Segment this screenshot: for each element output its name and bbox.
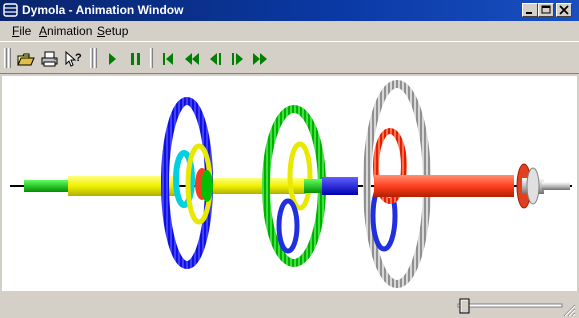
close-button[interactable]	[556, 3, 572, 17]
maximize-button[interactable]	[538, 3, 554, 17]
pause-icon	[131, 53, 140, 65]
toolbar-grip[interactable]	[90, 48, 93, 68]
green-hub	[201, 170, 213, 202]
red-shaft	[374, 175, 514, 197]
toolbar-grip[interactable]	[8, 48, 11, 68]
gearbox-scene	[10, 80, 572, 288]
menu-setup-mnemonic: S	[97, 24, 106, 38]
menu-setup[interactable]: Setup	[97, 24, 128, 38]
maximize-icon	[541, 5, 551, 14]
blue-planet-gear	[276, 198, 300, 254]
menu-bar: File Animation Setup	[0, 21, 579, 41]
step-back-icon	[210, 53, 221, 65]
pause-button[interactable]	[126, 50, 146, 68]
step-back-fast-button[interactable]	[182, 50, 202, 68]
play-button[interactable]	[102, 50, 122, 68]
animation-window: Dymola - Animation Window File Animation…	[0, 0, 579, 318]
print-icon	[41, 51, 58, 67]
resize-grip-icon[interactable]	[562, 303, 576, 317]
open-icon	[17, 53, 35, 66]
fast-forward-icon	[253, 53, 267, 65]
print-button[interactable]	[40, 50, 60, 68]
step-back-button[interactable]	[206, 50, 226, 68]
play-icon	[109, 53, 116, 65]
blue-shaft	[322, 177, 358, 195]
rewind-to-start-button[interactable]	[158, 50, 178, 68]
menu-file[interactable]: File	[12, 24, 31, 38]
step-forward-icon	[232, 53, 243, 65]
dymola-icon	[3, 3, 18, 17]
menu-setup-label: etup	[105, 24, 129, 38]
toolbar: ?	[0, 41, 579, 74]
close-icon	[559, 5, 569, 15]
open-button[interactable]	[16, 50, 36, 68]
toolbar-grip[interactable]	[94, 48, 97, 68]
minimize-button[interactable]	[522, 3, 538, 17]
fast-forward-button[interactable]	[250, 50, 270, 68]
step-forward-button[interactable]	[228, 50, 248, 68]
animation-viewport[interactable]	[2, 76, 577, 291]
whats-this-icon: ?	[65, 50, 82, 67]
menu-animation[interactable]: Animation	[39, 24, 92, 38]
svg-text:?: ?	[75, 52, 82, 64]
speed-slider[interactable]	[456, 298, 564, 314]
menu-animation-mnemonic: A	[39, 24, 48, 38]
menu-animation-label: nimation	[47, 24, 93, 38]
toolbar-grip[interactable]	[4, 48, 7, 68]
yellow-inner-gear	[287, 141, 313, 211]
output-shaft	[542, 182, 570, 190]
slider-track	[457, 298, 563, 314]
toolbar-grip[interactable]	[150, 48, 153, 68]
rewind-to-start-icon	[163, 53, 173, 65]
whats-this-button[interactable]: ?	[64, 50, 84, 68]
title-bar[interactable]: Dymola - Animation Window	[0, 0, 579, 21]
minimize-icon	[526, 12, 532, 14]
menu-file-label: ile	[19, 24, 32, 38]
gray-flange	[526, 167, 540, 205]
input-shaft	[24, 180, 70, 192]
step-back-fast-icon	[185, 53, 199, 65]
window-title: Dymola - Animation Window	[22, 3, 184, 17]
